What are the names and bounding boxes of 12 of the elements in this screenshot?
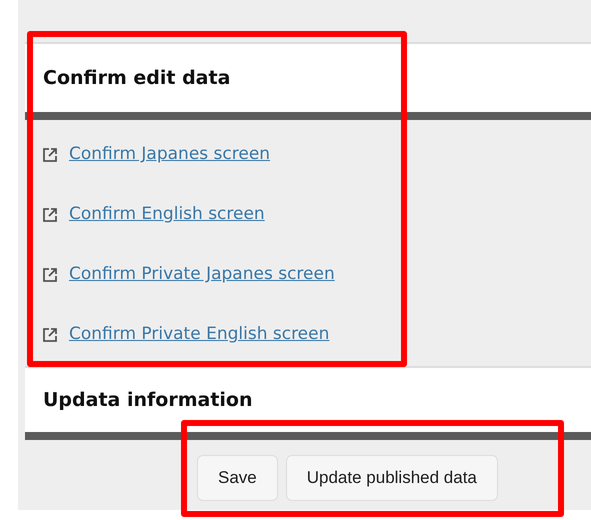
confirm-link[interactable]: Confirm Japanes screen [69, 141, 270, 168]
external-link-icon [41, 266, 59, 284]
confirm-link[interactable]: Confirm Private English screen [69, 321, 330, 348]
confirm-link[interactable]: Confirm Private Japanes screen [69, 261, 335, 288]
action-button[interactable]: Update published data [286, 455, 498, 501]
external-link-icon [41, 146, 59, 164]
external-link-icon [41, 326, 59, 344]
confirm-link[interactable]: Confirm English screen [69, 201, 265, 228]
section-title: Updata information [43, 388, 252, 413]
external-link-icon [41, 206, 59, 224]
section-title: Confirm edit data [43, 66, 230, 91]
action-button[interactable]: Save [197, 455, 278, 501]
